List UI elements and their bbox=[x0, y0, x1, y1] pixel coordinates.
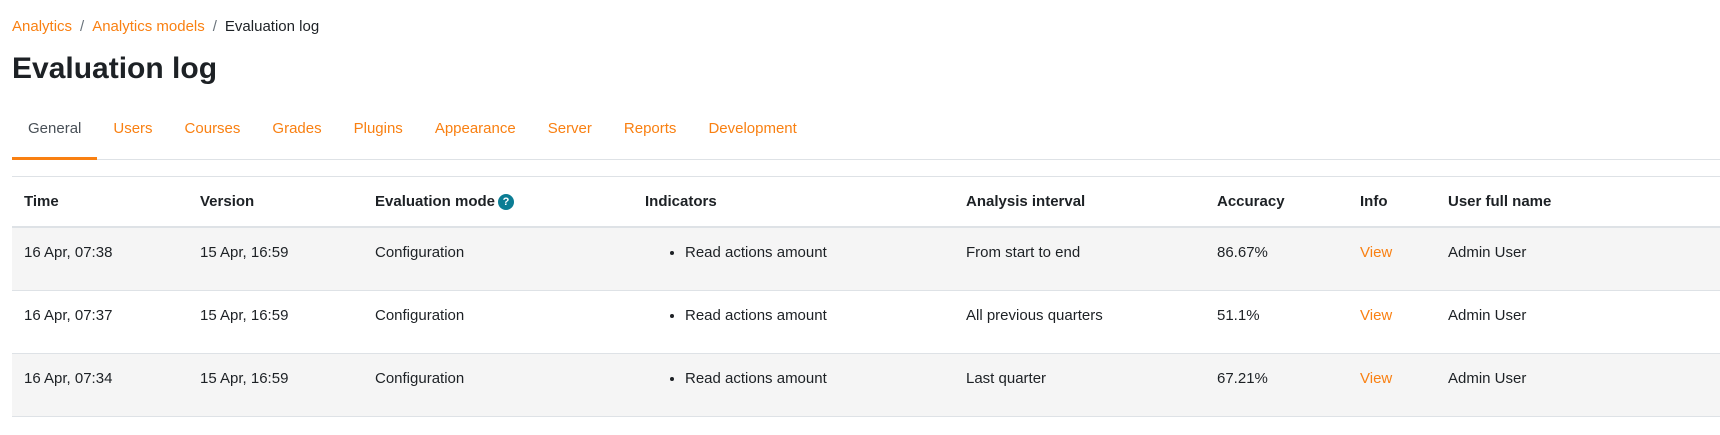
tab-development[interactable]: Development bbox=[692, 106, 812, 160]
indicator-item: Read actions amount bbox=[685, 370, 942, 387]
view-link[interactable]: View bbox=[1360, 307, 1392, 324]
cell-time: 16 Apr, 07:37 bbox=[12, 290, 188, 354]
cell-user-full-name: Admin User bbox=[1436, 290, 1720, 354]
indicator-item: Read actions amount bbox=[685, 307, 942, 324]
breadcrumb: Analytics / Analytics models / Evaluatio… bbox=[12, 18, 319, 35]
tab-general[interactable]: General bbox=[12, 106, 98, 160]
cell-time: 16 Apr, 07:34 bbox=[12, 353, 188, 417]
page-title: Evaluation log bbox=[12, 52, 218, 85]
cell-info: View bbox=[1348, 290, 1436, 354]
tab-users[interactable]: Users bbox=[97, 106, 168, 160]
tab-appearance[interactable]: Appearance bbox=[419, 106, 532, 160]
column-header-time: Time bbox=[12, 177, 188, 228]
cell-analysis-interval: All previous quarters bbox=[954, 290, 1205, 354]
indicator-item: Read actions amount bbox=[685, 244, 942, 261]
cell-evaluation-mode: Configuration bbox=[363, 290, 633, 354]
cell-evaluation-mode: Configuration bbox=[363, 227, 633, 291]
cell-analysis-interval: Last quarter bbox=[954, 353, 1205, 417]
indicator-list: Read actions amount bbox=[645, 307, 942, 324]
column-header-evaluation-mode: Evaluation mode? bbox=[363, 177, 633, 228]
cell-time: 16 Apr, 07:38 bbox=[12, 227, 188, 291]
cell-info: View bbox=[1348, 227, 1436, 291]
evaluation-log-table: Time Version Evaluation mode? Indicators… bbox=[12, 177, 1720, 417]
breadcrumb-link-analytics-models[interactable]: Analytics models bbox=[92, 18, 205, 35]
column-header-accuracy: Accuracy bbox=[1205, 177, 1348, 228]
view-link[interactable]: View bbox=[1360, 370, 1392, 387]
cell-indicators: Read actions amount bbox=[633, 227, 954, 291]
tab-plugins[interactable]: Plugins bbox=[338, 106, 419, 160]
cell-user-full-name: Admin User bbox=[1436, 227, 1720, 291]
table-row: 16 Apr, 07:34 15 Apr, 16:59 Configuratio… bbox=[12, 353, 1720, 417]
table-row: 16 Apr, 07:37 15 Apr, 16:59 Configuratio… bbox=[12, 290, 1720, 354]
column-header-info: Info bbox=[1348, 177, 1436, 228]
tab-reports[interactable]: Reports bbox=[608, 106, 693, 160]
tab-server[interactable]: Server bbox=[532, 106, 608, 160]
cell-user-full-name: Admin User bbox=[1436, 353, 1720, 417]
cell-evaluation-mode: Configuration bbox=[363, 353, 633, 417]
column-header-indicators: Indicators bbox=[633, 177, 954, 228]
cell-info: View bbox=[1348, 353, 1436, 417]
cell-accuracy: 67.21% bbox=[1205, 353, 1348, 417]
cell-indicators: Read actions amount bbox=[633, 290, 954, 354]
tab-courses[interactable]: Courses bbox=[169, 106, 257, 160]
column-header-user-full-name: User full name bbox=[1436, 177, 1720, 228]
help-icon[interactable]: ? bbox=[498, 194, 515, 210]
column-header-label: Evaluation mode bbox=[375, 193, 496, 210]
indicator-list: Read actions amount bbox=[645, 370, 942, 387]
cell-version: 15 Apr, 16:59 bbox=[188, 227, 363, 291]
cell-analysis-interval: From start to end bbox=[954, 227, 1205, 291]
indicator-list: Read actions amount bbox=[645, 244, 942, 261]
cell-accuracy: 86.67% bbox=[1205, 227, 1348, 291]
breadcrumb-separator: / bbox=[80, 18, 85, 35]
tab-grades[interactable]: Grades bbox=[256, 106, 337, 160]
cell-indicators: Read actions amount bbox=[633, 353, 954, 417]
column-header-version: Version bbox=[188, 177, 363, 228]
table-header-row: Time Version Evaluation mode? Indicators… bbox=[12, 177, 1720, 228]
cell-version: 15 Apr, 16:59 bbox=[188, 353, 363, 417]
breadcrumb-link-analytics[interactable]: Analytics bbox=[12, 18, 72, 35]
breadcrumb-separator: / bbox=[212, 18, 217, 35]
admin-tabs: General Users Courses Grades Plugins App… bbox=[12, 106, 1720, 160]
breadcrumb-current: Evaluation log bbox=[224, 18, 320, 35]
view-link[interactable]: View bbox=[1360, 244, 1392, 261]
column-header-analysis-interval: Analysis interval bbox=[954, 177, 1205, 228]
cell-accuracy: 51.1% bbox=[1205, 290, 1348, 354]
cell-version: 15 Apr, 16:59 bbox=[188, 290, 363, 354]
table-row: 16 Apr, 07:38 15 Apr, 16:59 Configuratio… bbox=[12, 227, 1720, 291]
evaluation-log-table-wrapper: Time Version Evaluation mode? Indicators… bbox=[12, 176, 1720, 417]
